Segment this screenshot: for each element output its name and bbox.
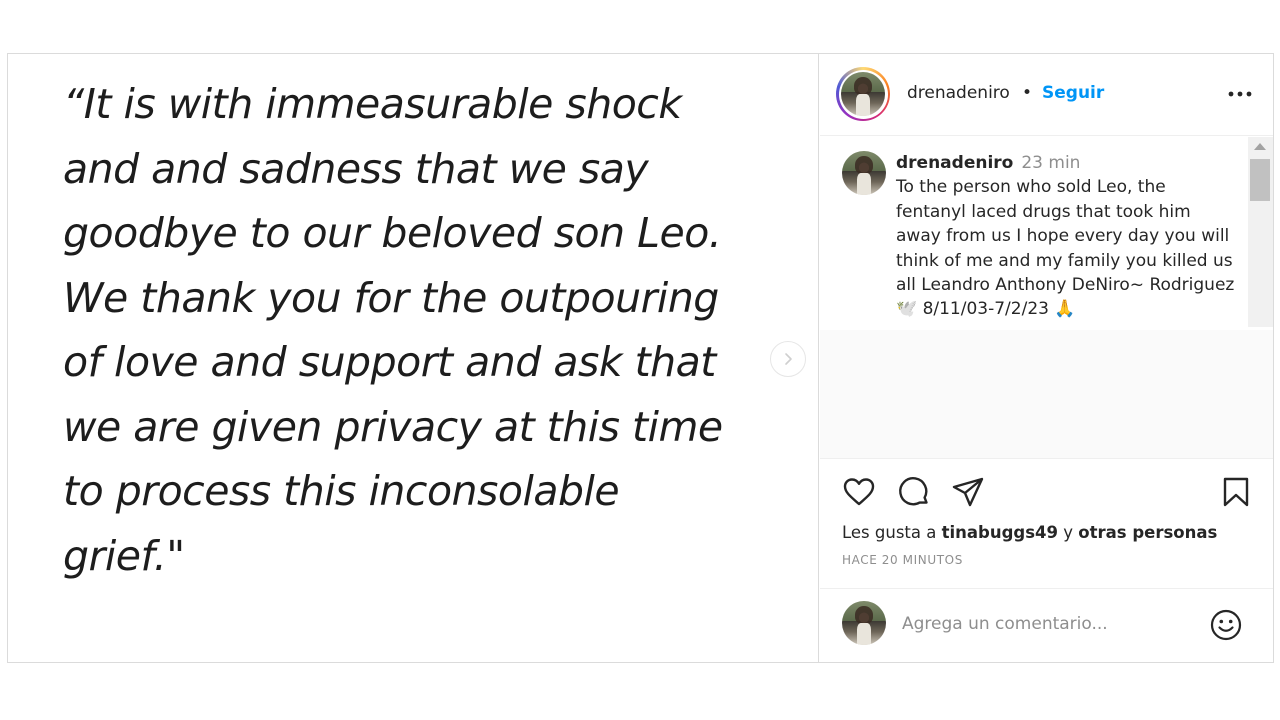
avatar xyxy=(842,601,886,645)
quote-text: “It is with immeasurable shock and and s… xyxy=(63,80,723,580)
header-username[interactable]: drenadeniro xyxy=(907,83,1010,103)
caption-username[interactable]: drenadeniro xyxy=(896,153,1013,173)
scroll-up-arrow-icon[interactable] xyxy=(1254,143,1266,150)
ellipsis-icon xyxy=(1228,91,1252,97)
comments-area[interactable]: drenadeniro 23 min To the person who sold… xyxy=(820,137,1273,327)
comments-empty-space xyxy=(820,330,1273,458)
likes-others-link[interactable]: otras personas xyxy=(1078,523,1217,542)
chevron-right-icon xyxy=(785,353,792,365)
comment-icon[interactable] xyxy=(897,475,931,509)
likes-prefix: Les gusta a xyxy=(842,523,937,542)
post-timestamp[interactable]: HACE 20 MINUTOS xyxy=(842,553,963,567)
smiley-icon[interactable] xyxy=(1209,608,1243,642)
caption-time: 23 min xyxy=(1021,153,1081,173)
share-icon[interactable] xyxy=(951,475,985,509)
add-comment-section xyxy=(820,588,1273,662)
caption-text: To the person who sold Leo, the fentanyl… xyxy=(896,177,1235,320)
next-slide-button[interactable] xyxy=(770,341,806,377)
avatar xyxy=(841,72,885,116)
scroll-thumb[interactable] xyxy=(1250,159,1270,201)
comment-input[interactable] xyxy=(902,609,1202,639)
heart-icon[interactable] xyxy=(842,475,876,509)
post-header: drenadeniro • Seguir xyxy=(820,54,1273,136)
likes-connector: y xyxy=(1063,523,1074,542)
story-ring[interactable] xyxy=(836,67,890,121)
liker-username[interactable]: tinabuggs49 xyxy=(942,523,1058,542)
likes-text: Les gusta a tinabuggs49 y otras personas xyxy=(842,523,1217,542)
caption-body: drenadeniro 23 min To the person who sold… xyxy=(896,151,1236,322)
bookmark-icon[interactable] xyxy=(1219,475,1253,509)
follow-button[interactable]: Seguir xyxy=(1042,83,1104,103)
instagram-post: “It is with immeasurable shock and and s… xyxy=(7,53,1274,663)
scrollbar[interactable] xyxy=(1248,137,1273,327)
action-bar: Les gusta a tinabuggs49 y otras personas… xyxy=(820,458,1273,588)
avatar[interactable] xyxy=(842,151,886,195)
separator-dot: • xyxy=(1022,83,1033,103)
post-sidebar: drenadeniro • Seguir drenadeniro 23 min T… xyxy=(820,54,1273,662)
post-media: “It is with immeasurable shock and and s… xyxy=(8,54,819,662)
more-options-button[interactable] xyxy=(1224,82,1256,106)
